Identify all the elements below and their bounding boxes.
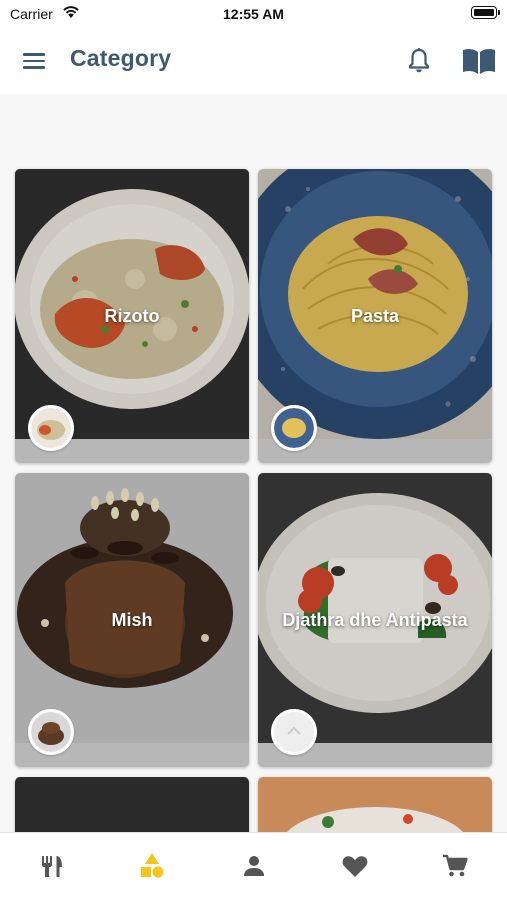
page-title: Category <box>70 45 172 71</box>
category-name: Mish <box>111 609 153 630</box>
status-time: 12:55 AM <box>223 6 284 22</box>
open-book-icon[interactable] <box>461 46 497 76</box>
app-bar: Category <box>0 28 507 94</box>
category-card-rizoto[interactable]: Rizoto <box>15 169 249 463</box>
battery-icon <box>471 6 500 19</box>
category-name: Djathra dhe Antipasta <box>282 609 468 630</box>
category-card-partial[interactable] <box>15 777 249 832</box>
category-grid: Rizoto Pasta Mish Djathra dhe Antipasta <box>0 94 507 832</box>
shapes-icon[interactable] <box>137 851 167 881</box>
bell-icon[interactable] <box>406 47 432 75</box>
bottom-tab-bar <box>0 832 507 900</box>
category-card-djathra-dhe-antipasta[interactable]: Djathra dhe Antipasta <box>258 473 492 767</box>
hamburger-menu-icon[interactable] <box>22 48 48 74</box>
cart-icon[interactable] <box>441 851 471 881</box>
category-card-pasta[interactable]: Pasta <box>258 169 492 463</box>
category-card-partial[interactable] <box>258 777 492 832</box>
fork-knife-icon[interactable] <box>37 851 67 881</box>
category-card-mish[interactable]: Mish <box>15 473 249 767</box>
person-icon[interactable] <box>239 851 269 881</box>
heart-icon[interactable] <box>340 851 370 881</box>
status-bar: Carrier 12:55 AM <box>0 0 507 28</box>
category-name: Rizoto <box>104 305 160 326</box>
category-name: Pasta <box>350 305 400 326</box>
